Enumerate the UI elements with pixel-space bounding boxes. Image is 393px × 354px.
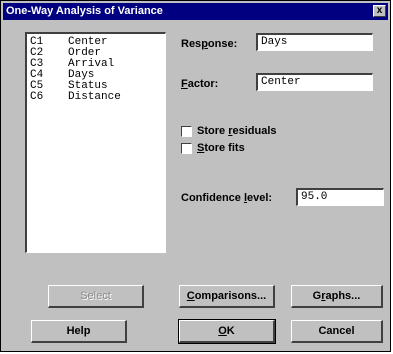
list-item[interactable]: C3 Arrival	[30, 59, 165, 70]
confidence-field[interactable]: 95.0	[296, 188, 384, 206]
response-label: Response:	[181, 38, 238, 50]
column-id: C6	[30, 91, 44, 103]
window-title: One-Way Analysis of Variance	[6, 5, 163, 17]
anova-dialog: One-Way Analysis of Variance x C1 Center …	[0, 0, 391, 352]
store-residuals-checkbox[interactable]	[181, 126, 192, 137]
store-residuals-label: Store residuals	[197, 125, 277, 137]
factor-label: Factor:	[181, 78, 219, 90]
response-field[interactable]: Days	[256, 33, 373, 51]
confidence-label: Confidence level:	[181, 192, 273, 204]
variable-list[interactable]: C1 Center C2 Order C3 Arrival C4 Days C5 Stat…	[25, 32, 166, 253]
select-button[interactable]: Select	[48, 285, 144, 308]
cancel-button[interactable]: Cancel	[291, 320, 383, 343]
comparisons-button[interactable]: Comparisons...	[179, 285, 275, 308]
title-bar: One-Way Analysis of Variance x	[3, 3, 388, 20]
store-fits-checkbox[interactable]	[181, 143, 192, 154]
factor-field[interactable]: Center	[256, 73, 373, 91]
graphs-button[interactable]: Graphs...	[291, 285, 383, 308]
list-item[interactable]: C6 Distance	[30, 92, 165, 103]
ok-button[interactable]: OK	[178, 319, 276, 344]
close-button[interactable]: x	[373, 5, 386, 17]
column-name: Distance	[68, 91, 121, 103]
store-fits-label: Store fits	[197, 142, 245, 154]
close-icon: x	[376, 5, 383, 16]
help-button[interactable]: Help	[31, 320, 127, 343]
